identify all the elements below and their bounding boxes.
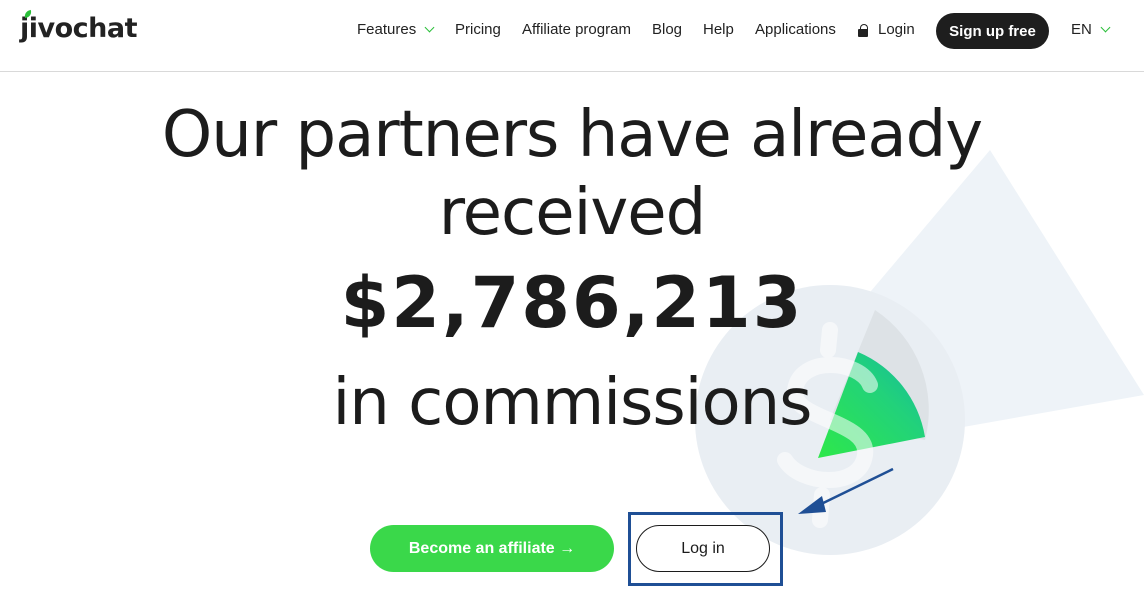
sign-up-free-button[interactable]: Sign up free (936, 13, 1049, 49)
nav-features[interactable]: Features (357, 21, 435, 38)
nav-applications[interactable]: Applications (755, 21, 836, 38)
nav-blog[interactable]: Blog (652, 21, 682, 38)
nav-affiliate-program[interactable]: Affiliate program (522, 21, 631, 38)
logo-text: jivochat (20, 12, 138, 44)
language-label: EN (1071, 21, 1092, 38)
nav-login-label: Login (878, 21, 915, 38)
nav-blog-label: Blog (652, 21, 683, 38)
chevron-down-icon (424, 22, 435, 33)
commission-amount: $2,786,213 (340, 262, 804, 344)
lock-icon (858, 23, 868, 37)
hero-title-line-2: received (438, 176, 707, 250)
become-affiliate-button[interactable]: Become an affiliate → (370, 525, 614, 572)
jivochat-logo[interactable]: jivochat (20, 9, 138, 46)
hero-title-line-3: in commissions (332, 366, 812, 440)
hero-title-line-1: Our partners have already (161, 98, 983, 172)
chevron-down-icon (1100, 22, 1111, 33)
site-header: jivochat Features Pricing Affiliate prog… (0, 0, 1144, 72)
language-selector[interactable]: EN (1071, 21, 1111, 38)
log-in-button[interactable]: Log in (636, 525, 770, 572)
nav-help[interactable]: Help (703, 21, 734, 38)
nav-features-label: Features (357, 21, 417, 38)
nav-help-label: Help (703, 21, 734, 38)
nav-applications-label: Applications (755, 21, 836, 38)
nav-affiliate-label: Affiliate program (522, 21, 631, 38)
nav-pricing[interactable]: Pricing (455, 21, 501, 38)
nav-pricing-label: Pricing (455, 21, 501, 38)
nav-login[interactable]: Login (858, 21, 915, 38)
